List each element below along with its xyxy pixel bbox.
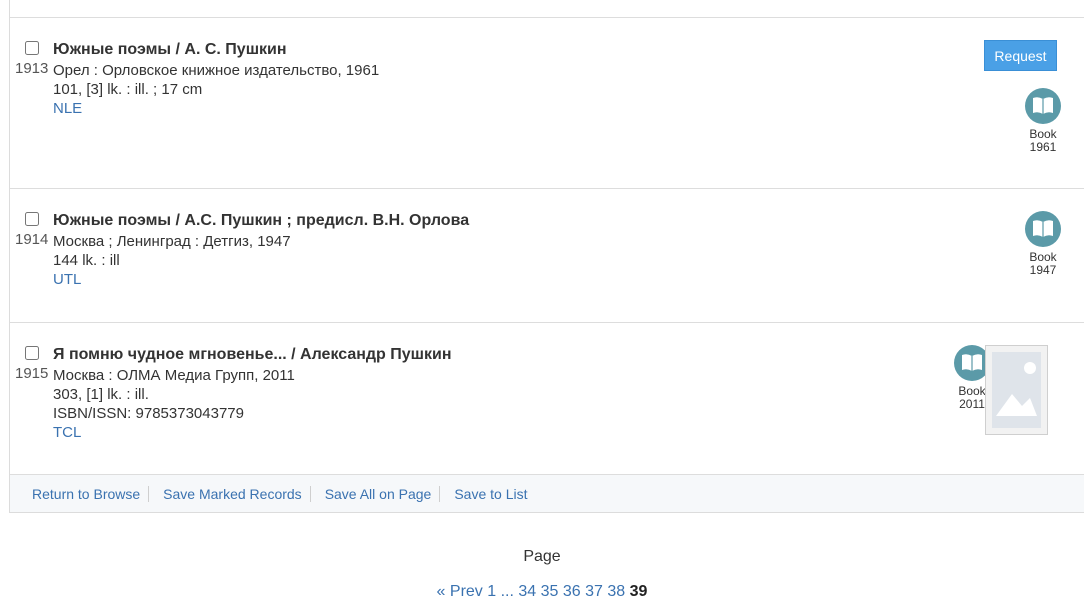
request-button[interactable]: Request [984, 40, 1057, 71]
record-checkbox[interactable] [25, 212, 39, 226]
page-label: Page [523, 548, 561, 565]
record-checkbox[interactable] [25, 41, 39, 55]
record-checkbox[interactable] [25, 346, 39, 360]
record-publication: Орел : Орловское книжное издательство, 1… [53, 62, 380, 79]
format-year: 1961 [1029, 140, 1057, 154]
save-all-on-page-link[interactable]: Save All on Page [317, 485, 441, 502]
record-1914: 1914 Южные поэмы / А.С. Пушкин ; предисл… [10, 189, 1084, 323]
page-link[interactable]: 37 [585, 583, 603, 600]
record-title-link[interactable]: Я помню чудное мгновенье... / Александр … [53, 345, 884, 364]
record-holding-link[interactable]: UTL [53, 270, 884, 289]
return-to-browse-link[interactable]: Return to Browse [24, 485, 150, 502]
page-link[interactable]: 35 [541, 583, 559, 600]
page-link[interactable]: 38 [607, 583, 625, 600]
record-physical-desc: 101, [3] lk. : ill. ; 17 cm [53, 81, 203, 98]
save-to-list-link[interactable]: Save to List [446, 486, 535, 502]
record-isbn: ISBN/ISSN: 9785373043779 [53, 405, 244, 422]
results-toolbar: Return to Browse Save Marked Records Sav… [10, 475, 1084, 513]
record-number: 1915 [15, 365, 49, 382]
record-physical-desc: 144 lk. : ill [53, 252, 120, 269]
record-body: Южные поэмы / А.С. Пушкин ; предисл. В.Н… [53, 211, 884, 289]
record-title-link[interactable]: Южные поэмы / А. С. Пушкин [53, 40, 884, 59]
format-badge[interactable]: Book 1961 [1018, 88, 1068, 154]
image-placeholder-icon [992, 352, 1041, 428]
pagination-ellipsis: ... [500, 583, 514, 600]
record-title-link[interactable]: Южные поэмы / А.С. Пушкин ; предисл. В.Н… [53, 211, 884, 230]
current-page: 39 [629, 583, 648, 600]
record-physical-desc: 303, [1] lk. : ill. [53, 386, 149, 403]
format-year: 1947 [1029, 263, 1057, 277]
record-publication: Москва ; Ленинград : Детгиз, 1947 [53, 233, 291, 250]
save-marked-records-link[interactable]: Save Marked Records [155, 485, 311, 502]
book-icon [1025, 88, 1061, 124]
page-link[interactable]: 34 [518, 583, 536, 600]
record-1915: 1915 Я помню чудное мгновенье... / Алекс… [10, 323, 1084, 475]
results-list: 1913 Южные поэмы / А. С. Пушкин Орел : О… [9, 0, 1084, 513]
page-link-first[interactable]: 1 [487, 583, 496, 600]
record-number: 1913 [15, 60, 49, 77]
record-body: Южные поэмы / А. С. Пушкин Орел : Орловс… [53, 40, 884, 118]
record-holding-link[interactable]: TCL [53, 423, 884, 442]
format-badge[interactable]: Book 1947 [1018, 211, 1068, 277]
record-holding-link[interactable]: NLE [53, 99, 884, 118]
cover-thumbnail[interactable] [985, 345, 1048, 435]
record-body: Я помню чудное мгновенье... / Александр … [53, 345, 884, 442]
book-icon [1025, 211, 1061, 247]
record-number: 1914 [15, 231, 49, 248]
record-1913: 1913 Южные поэмы / А. С. Пушкин Орел : О… [10, 18, 1084, 189]
page-link[interactable]: 36 [563, 583, 581, 600]
prev-page-link[interactable]: « Prev [437, 583, 483, 600]
record-publication: Москва : ОЛМА Медиа Групп, 2011 [53, 367, 295, 384]
pagination: « Prev 1 ... 34 35 36 37 38 39 [0, 583, 1084, 601]
